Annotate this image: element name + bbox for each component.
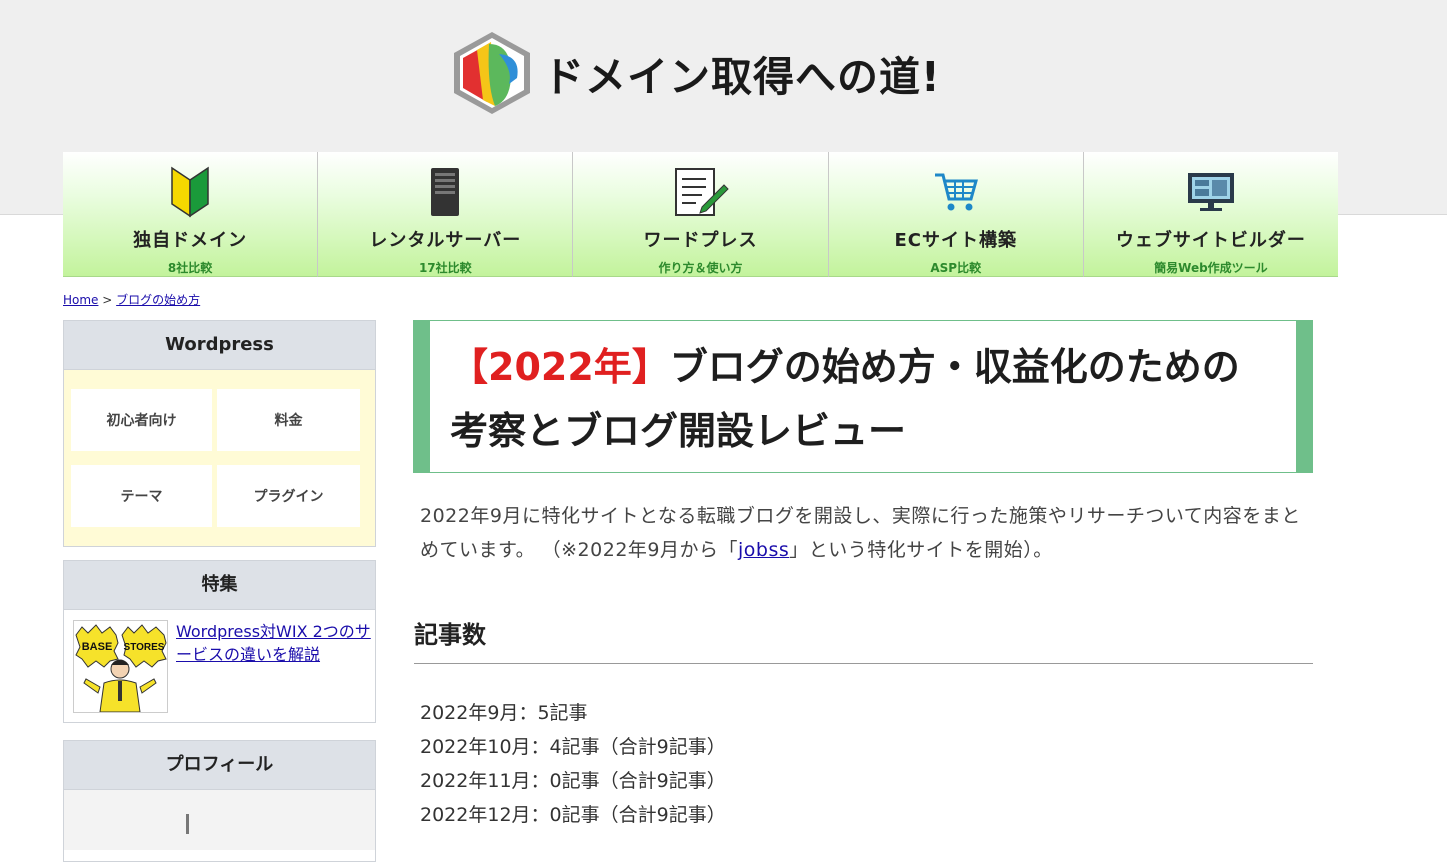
nav-sub: ASP比較 — [930, 261, 982, 275]
title-year: 【2022年】 — [450, 345, 670, 389]
article-title: 【2022年】ブログの始め方・収益化のための考察とブログ開設レビュー — [413, 320, 1313, 473]
list-item: 2022年10月：4記事（合計9記事） — [420, 736, 726, 758]
widget-title: Wordpress — [64, 321, 375, 370]
widget-title: プロフィール — [64, 741, 375, 790]
nav-item-server[interactable]: レンタルサーバー 17社比較 — [317, 152, 573, 277]
wordpress-widget: Wordpress 初心者向け 料金 テーマ プラグイン — [63, 320, 376, 547]
nav-label: レンタルサーバー — [369, 230, 522, 251]
monitor-icon — [1187, 173, 1234, 211]
jobss-link[interactable]: jobss — [738, 539, 789, 561]
breadcrumb-home-link[interactable]: Home — [63, 293, 98, 307]
server-icon — [431, 168, 460, 216]
featured-illustration: BASE STORES — [74, 621, 167, 712]
article-count-list: 2022年9月：5記事 2022年10月：4記事（合計9記事） 2022年11月… — [420, 696, 726, 832]
nav-item-domain[interactable]: 独自ドメイン 8社比較 — [63, 152, 318, 277]
nav-item-builder[interactable]: ウェブサイトビルダー 簡易Web作成ツール — [1082, 152, 1339, 277]
wordpress-menu-item[interactable]: プラグイン — [217, 465, 360, 527]
logo-hexagon-icon — [454, 32, 530, 114]
breadcrumb: Home > ブログの始め方 — [63, 291, 200, 308]
list-item: 2022年9月：5記事 — [420, 702, 588, 724]
intro-text: 」という特化サイトを開始）。 — [789, 539, 1053, 561]
list-item: 2022年12月：0記事（合計9記事） — [420, 804, 726, 826]
widget-title: 特集 — [64, 561, 375, 610]
main-nav: 独自ドメイン 8社比較 レンタルサーバー 17社比較 ワードプレス 作り方＆使い… — [63, 152, 1339, 277]
wordpress-menu-item[interactable]: 料金 — [217, 389, 360, 451]
breadcrumb-current-link[interactable]: ブログの始め方 — [116, 293, 200, 307]
article-intro: 2022年9月に特化サイトとなる転職ブログを開設し、実際に行った施策やリサーチつ… — [420, 499, 1310, 567]
wordpress-menu-item[interactable]: 初心者向け — [71, 389, 212, 451]
featured-body: BASE STORES Wordpress対WIX 2つのサービスの違いを解説 — [64, 610, 375, 722]
nav-item-ec[interactable]: ECサイト構築 ASP比較 — [827, 152, 1083, 277]
profile-image-edge — [186, 814, 189, 834]
nav-sub: 作り方＆使い方 — [658, 261, 743, 275]
featured-widget: 特集 BASE STORES Wordpress対WIX 2つのサービスの違いを… — [63, 560, 376, 723]
section-heading: 記事数 — [414, 615, 1313, 664]
thumb-base-text: BASE — [82, 641, 113, 653]
featured-thumbnail[interactable]: BASE STORES — [73, 620, 168, 713]
breadcrumb-separator: > — [102, 293, 113, 307]
shopping-cart-icon — [934, 173, 978, 211]
nav-sub: 8社比較 — [167, 261, 213, 275]
profile-widget: プロフィール — [63, 740, 376, 862]
wordpress-menu-item[interactable]: テーマ — [71, 465, 212, 527]
wordpress-menu: 初心者向け 料金 テーマ プラグイン — [64, 370, 375, 546]
nav-sub: 17社比較 — [418, 261, 472, 275]
beginner-mark-icon — [171, 166, 209, 218]
nav-label: ワードプレス — [643, 230, 758, 251]
nav-sub: 簡易Web作成ツール — [1154, 261, 1268, 275]
document-pencil-icon — [674, 168, 729, 216]
thumb-stores-text: STORES — [124, 642, 165, 653]
nav-label: ウェブサイトビルダー — [1115, 230, 1306, 251]
site-title: ドメイン取得への道! — [543, 53, 941, 101]
nav-label: 独自ドメイン — [133, 230, 248, 251]
list-item: 2022年11月：0記事（合計9記事） — [420, 770, 726, 792]
nav-item-wordpress[interactable]: ワードプレス 作り方＆使い方 — [572, 152, 828, 277]
profile-body — [64, 790, 375, 850]
nav-label: ECサイト構築 — [894, 230, 1017, 251]
featured-article-link[interactable]: Wordpress対WIX 2つのサービスの違いを解説 — [176, 620, 371, 666]
site-logo[interactable]: ドメイン取得への道! — [451, 30, 941, 116]
